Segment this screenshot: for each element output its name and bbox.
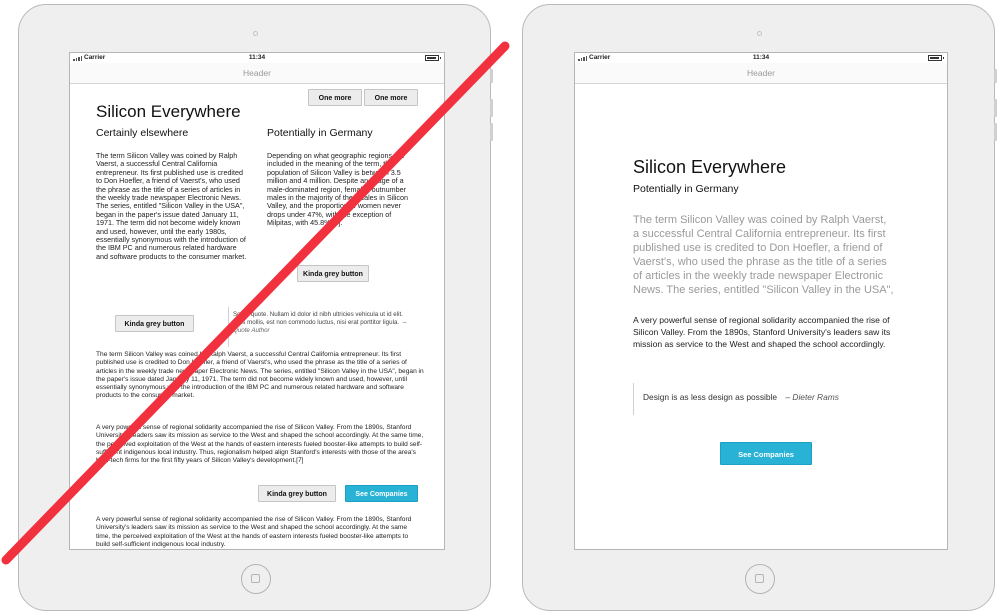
column-text-elsewhere: The term Silicon Valley was coined by Ra… (96, 151, 247, 261)
battery-icon (425, 55, 441, 61)
lead-paragraph: The term Silicon Valley was coined by Ra… (633, 214, 894, 296)
see-companies-button[interactable]: See Companies (720, 442, 812, 465)
body-paragraph: A very powerful sense of regional solida… (633, 315, 891, 349)
clock-label: 11:34 (248, 54, 266, 61)
left-ipad-camera (253, 31, 258, 36)
right-home-button[interactable] (745, 564, 775, 594)
home-square-icon (251, 574, 260, 583)
left-header-bar: Header (70, 63, 444, 84)
left-status-bar: Carrier 11:34 (70, 53, 444, 63)
home-square-icon (755, 574, 764, 583)
right-ipad-volume-down (994, 123, 997, 141)
quote-author: – Dieter Rams (785, 392, 839, 402)
right-ipad-camera (757, 31, 762, 36)
kinda-grey-button-bottom[interactable]: Kinda grey button (258, 485, 336, 502)
quote-line: Design is as less design as possible – D… (643, 392, 839, 402)
left-screen: Carrier 11:34 Header One more One more S… (69, 52, 445, 550)
right-ipad-side-button (994, 69, 997, 83)
quote-text: Some quote. Nullam id dolor id nibh ultr… (233, 311, 413, 336)
kinda-grey-button-elsewhere[interactable]: Kinda grey button (115, 315, 194, 332)
paragraph-regionalism: A very powerful sense of regional solida… (96, 424, 424, 465)
column-heading-elsewhere: Certainly elsewhere (96, 127, 189, 139)
left-home-button[interactable] (241, 564, 271, 594)
right-ipad-volume-up (994, 99, 997, 117)
quote-body: Some quote. Nullam id dolor id nibh ultr… (233, 311, 403, 327)
page-title: Silicon Everywhere (96, 102, 241, 121)
right-status-bar: Carrier 11:34 (575, 53, 947, 63)
quote-text: Design is as less design as possible (643, 392, 778, 402)
see-companies-button[interactable]: See Companies (345, 485, 418, 502)
kinda-grey-button-germany[interactable]: Kinda grey button (297, 265, 369, 282)
one-more-button-2[interactable]: One more (364, 89, 418, 106)
paragraph-history: The term Silicon Valley was coined by Ra… (96, 351, 424, 400)
right-screen: Carrier 11:34 Header Silicon Everywhere … (574, 52, 948, 550)
clock-label: 11:34 (752, 54, 770, 61)
left-ipad-volume-down (490, 123, 493, 141)
right-header-bar: Header (575, 63, 947, 84)
quote-bar (228, 307, 229, 347)
column-text-germany: Depending on what geographic regions are… (267, 151, 409, 228)
left-ipad-side-button (490, 69, 493, 83)
page-title: Silicon Everywhere (633, 157, 787, 177)
one-more-button[interactable]: One more (308, 89, 362, 106)
paragraph-solidarity: A very powerful sense of regional solida… (96, 516, 412, 548)
quote-bar (633, 383, 634, 415)
column-heading-germany: Potentially in Germany (267, 127, 373, 139)
page-subtitle: Potentially in Germany (633, 183, 739, 195)
battery-icon (928, 55, 944, 61)
left-ipad-volume-up (490, 99, 493, 117)
